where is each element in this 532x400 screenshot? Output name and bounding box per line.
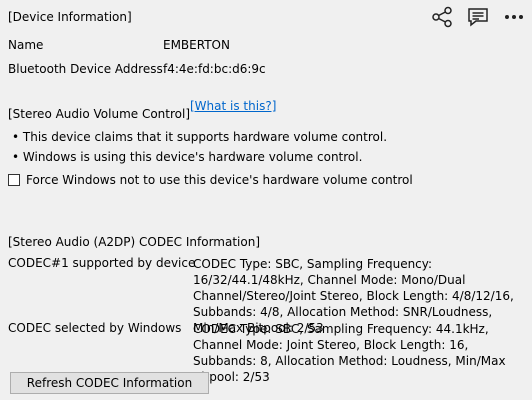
force-volume-checkbox-label: Force Windows not to use this device's h… bbox=[26, 173, 413, 187]
toolbar bbox=[430, 5, 526, 29]
codec-selected-value: CODEC Type: SBC, Sampling Frequency: 44.… bbox=[193, 322, 506, 384]
more-icon[interactable] bbox=[502, 5, 526, 29]
address-value: f4:4e:fd:bc:d6:9c bbox=[163, 62, 266, 76]
codec-selected-label: CODEC selected by Windows bbox=[8, 321, 182, 335]
volume-bullet-using: • Windows is using this device's hardwar… bbox=[12, 150, 363, 164]
codec-section-title: [Stereo Audio (A2DP) CODEC Information] bbox=[8, 235, 260, 249]
address-label: Bluetooth Device Address bbox=[8, 62, 163, 76]
name-label: Name bbox=[8, 38, 44, 52]
volume-section-title: [Stereo Audio Volume Control] bbox=[8, 107, 191, 121]
force-volume-checkbox-row[interactable]: Force Windows not to use this device's h… bbox=[8, 173, 413, 187]
device-info-title: [Device Information] bbox=[8, 10, 132, 24]
codec-supported-label: CODEC#1 supported by device bbox=[8, 256, 196, 270]
name-value: EMBERTON bbox=[163, 38, 230, 52]
what-is-this-link[interactable]: [What is this?] bbox=[190, 99, 276, 113]
volume-bullet-claims: • This device claims that it supports ha… bbox=[12, 130, 388, 144]
share-icon[interactable] bbox=[430, 5, 454, 29]
force-volume-checkbox[interactable] bbox=[8, 174, 20, 186]
feedback-icon[interactable] bbox=[466, 5, 490, 29]
refresh-codec-button[interactable]: Refresh CODEC Information bbox=[10, 372, 209, 394]
